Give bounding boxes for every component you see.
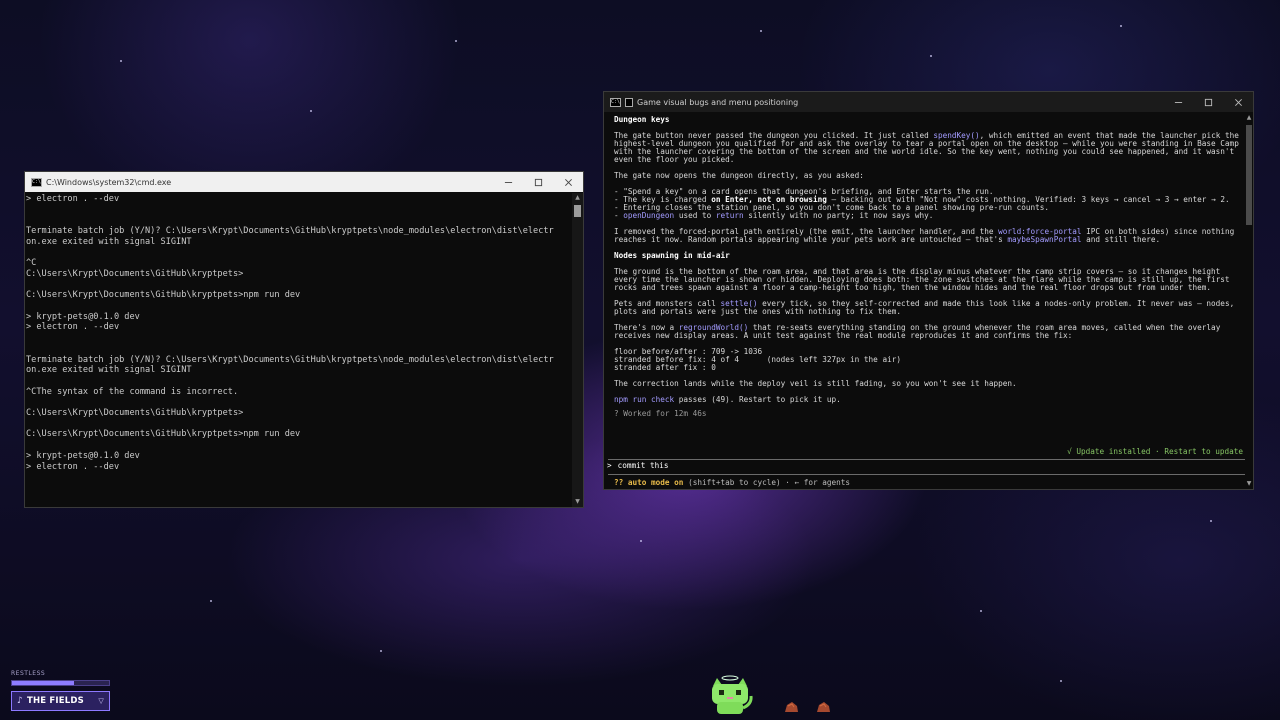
console-line: C:\Users\Krypt\Documents\GitHub\kryptpet… [26,429,301,440]
paragraph: npm run check passes (49). Restart to pi… [614,395,841,404]
chevron-down-icon: ▽ [98,697,104,705]
paragraph: The gate now opens the dungeon directly,… [614,171,864,180]
console-line: C:\Users\Krypt\Documents\GitHub\kryptpet… [26,290,301,301]
bullet-list: - "Spend a key" on a card opens that dun… [614,188,1243,220]
console-line: Terminate batch job (Y/N)? C:\Users\Kryp… [26,354,554,365]
rock-icon[interactable] [815,700,831,714]
mode-indicator[interactable]: ?? auto mode on (shift+tab to cycle) · ←… [614,479,850,487]
paragraph: I removed the forced-portal path entirel… [614,227,1235,244]
maximize-button[interactable] [523,172,553,192]
scroll-down-icon[interactable]: ▼ [1245,479,1253,489]
minimize-button[interactable] [1163,92,1193,112]
close-button[interactable] [553,172,583,192]
prompt-text[interactable]: commit this [618,461,669,470]
elapsed-time: ? Worked for 12m 46s [614,409,707,418]
rock-icon[interactable] [783,700,799,714]
maximize-icon [1204,98,1212,106]
console-line: > krypt-pets@0.1.0 dev [26,450,140,461]
console-line: > electron . --dev [26,194,120,204]
agent-scrollbar[interactable]: ▲ ▼ [1245,113,1253,489]
console-line: C:\Users\Krypt\Documents\GitHub\kryptpet… [26,408,244,419]
divider [608,474,1249,475]
terminal-icon: C:\ [31,177,42,187]
maximize-icon [534,178,542,186]
console-line: on.exe exited with signal SIGINT [26,365,192,376]
section-heading: Nodes spawning in mid-air [614,251,730,260]
cmd-window-title: C:\Windows\system32\cmd.exe [46,177,172,187]
close-icon [564,178,572,186]
prompt-chevron-icon: > [607,461,612,470]
paragraph: The correction lands while the deploy ve… [614,379,1017,388]
minimize-icon [504,181,512,183]
update-status[interactable]: √ Update installed · Restart to update [614,448,1243,458]
section-heading: Dungeon keys [614,115,670,124]
paragraph: The ground is the bottom of the roam are… [614,267,1230,292]
paragraph: The gate button never passed the dungeon… [614,131,1239,164]
close-button[interactable] [1223,92,1253,112]
paragraph: There's now a regroundWorld() that re-se… [614,323,1221,340]
scroll-up-icon[interactable]: ▲ [1245,113,1253,123]
tab-icon [625,97,633,107]
status-meter [11,680,110,686]
console-line: on.exe exited with signal SIGINT [26,236,192,247]
console-line: > electron . --dev [26,461,120,472]
console-line: > krypt-pets@0.1.0 dev [26,311,140,322]
close-icon [1234,98,1242,106]
agent-terminal-window[interactable]: C:\ Game visual bugs and menu positionin… [603,91,1254,490]
status-meter-fill [12,681,75,685]
pet-status-label: RESTLESS [11,670,46,677]
cmd-window[interactable]: C:\ C:\Windows\system32\cmd.exe > electr… [24,171,584,508]
console-line: C:\Users\Krypt\Documents\GitHub\kryptpet… [26,268,244,279]
agent-output[interactable]: Dungeon keys The gate button never passe… [607,113,1249,489]
scrollbar-thumb[interactable] [574,205,581,217]
console-line: ^CThe syntax of the command is incorrect… [26,386,239,397]
scroll-down-icon[interactable]: ▼ [572,497,583,507]
minimize-icon [1174,101,1182,103]
maximize-button[interactable] [1193,92,1223,112]
console-line: Terminate batch job (Y/N)? C:\Users\Kryp… [26,226,554,237]
agent-titlebar[interactable]: C:\ Game visual bugs and menu positionin… [604,92,1253,112]
list-item: - openDungeon used to return silently wi… [614,211,934,220]
console-line: > electron . --dev [26,322,120,333]
cmd-scrollbar[interactable]: ▲ ▼ [572,193,583,507]
divider [608,459,1249,460]
zone-label: THE FIELDS [26,696,84,706]
console-line: ^C [26,258,37,269]
cmd-titlebar[interactable]: C:\ C:\Windows\system32\cmd.exe [25,172,583,192]
cmd-output[interactable]: > electron . --dev Terminate batch job (… [25,193,571,507]
scrollbar-thumb[interactable] [1246,125,1252,225]
cat-pet-icon[interactable] [705,674,755,718]
scroll-up-icon[interactable]: ▲ [572,193,583,203]
paragraph: Pets and monsters call settle() every ti… [614,299,1235,316]
prompt-input[interactable]: > commit this [607,462,669,470]
minimize-button[interactable] [493,172,523,192]
path-icon: ♪ [17,696,23,706]
test-output: floor before/after : 709 -> 1036 strande… [614,347,901,372]
zone-selector-button[interactable]: ♪ THE FIELDS ▽ [11,691,110,711]
terminal-icon: C:\ [610,97,621,107]
agent-window-title: Game visual bugs and menu positioning [637,97,799,107]
